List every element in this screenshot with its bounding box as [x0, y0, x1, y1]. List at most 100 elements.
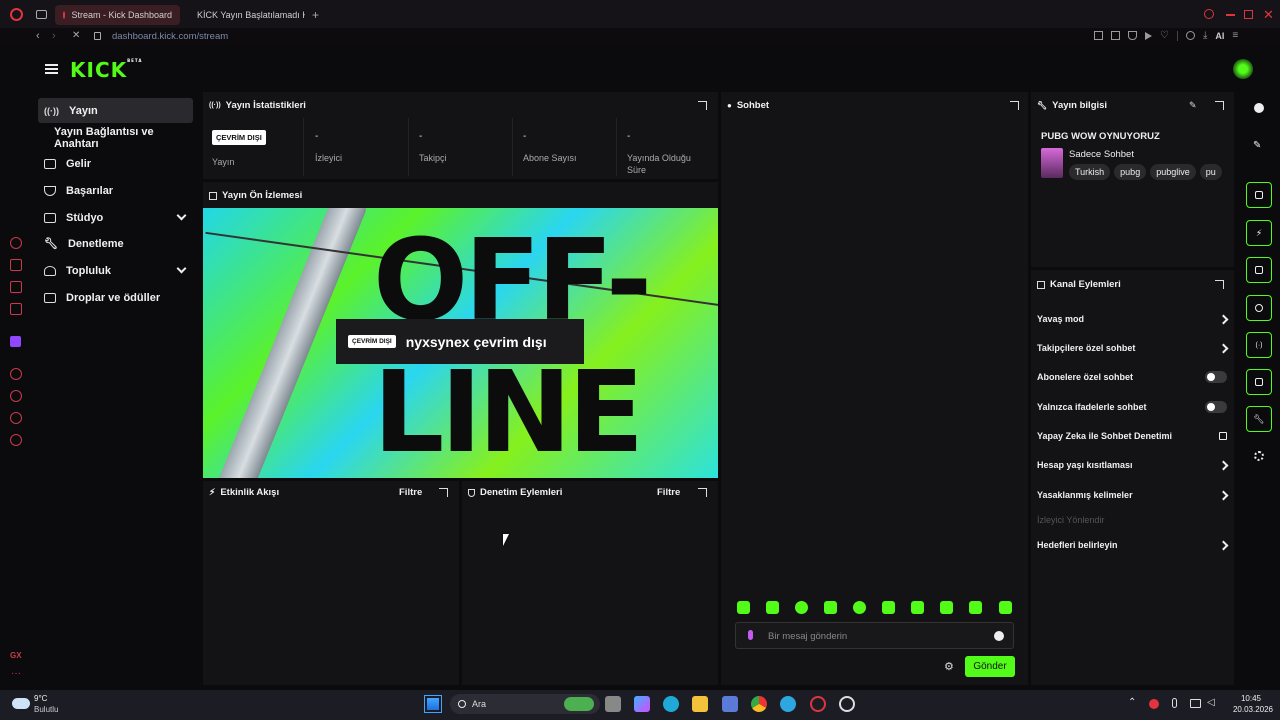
opera-gx-icon[interactable]	[810, 696, 826, 712]
snapshot-icon[interactable]	[1111, 31, 1120, 40]
popout-icon[interactable]	[1010, 101, 1019, 110]
pencil-icon[interactable]: ✎	[1253, 140, 1261, 151]
task-view-icon[interactable]	[605, 696, 621, 712]
emote-1-icon[interactable]	[737, 601, 750, 614]
emote-3-icon[interactable]	[795, 601, 808, 614]
emote-5-icon[interactable]	[853, 601, 866, 614]
tool-bolt-button[interactable]: ⚡︎	[1246, 220, 1272, 246]
workspace-icon[interactable]	[36, 10, 47, 19]
clock-date[interactable]: 20.03.2026	[1221, 705, 1273, 714]
sidebar-more-icon[interactable]: ···	[11, 668, 21, 679]
sidebar-history-icon[interactable]	[10, 390, 22, 402]
sidebar-game-icon[interactable]	[10, 281, 22, 293]
sidebar-item-gelir[interactable]: Gelir	[38, 151, 193, 176]
file-explorer-icon[interactable]	[692, 696, 708, 712]
emote-2-icon[interactable]	[766, 601, 779, 614]
emoji-picker-icon[interactable]	[994, 631, 1004, 641]
action-emotes-only[interactable]: Yalnızca ifadelerle sohbet	[1037, 400, 1227, 414]
chat-input-box[interactable]: Bir mesaj gönderin	[735, 622, 1014, 649]
action-ai-moderation[interactable]: Yapay Zeka ile Sohbet Denetimi	[1037, 429, 1227, 443]
tool-scan-button[interactable]	[1246, 182, 1272, 208]
popout-icon[interactable]	[698, 488, 707, 497]
emote-7-icon[interactable]	[911, 601, 924, 614]
action-followers-only[interactable]: Takipçilere özel sohbet	[1037, 341, 1229, 355]
sidebar-player-icon[interactable]	[10, 368, 22, 380]
action-set-goals[interactable]: Hedefleri belirleyin	[1037, 538, 1229, 552]
taskbar-search[interactable]: Ara	[450, 694, 600, 714]
tool-chat-button[interactable]	[1246, 295, 1272, 321]
action-subscribers-only[interactable]: Abonelere özel sohbet	[1037, 370, 1227, 384]
edit-icon[interactable]: ✎	[1189, 100, 1197, 111]
network-icon[interactable]	[1190, 699, 1201, 708]
maximize-button[interactable]	[1244, 10, 1253, 19]
filter-button[interactable]: Filtre	[399, 487, 422, 498]
tag-chip[interactable]: pubglive	[1150, 164, 1196, 180]
menu-icon[interactable]: ≡	[1232, 31, 1238, 41]
stop-loading-icon[interactable]: ✕	[72, 30, 80, 41]
chrome-icon[interactable]	[751, 696, 767, 712]
sidebar-twitch-icon[interactable]	[10, 336, 21, 347]
tool-notes-button[interactable]	[1246, 257, 1272, 283]
sidebar-item-topluluk[interactable]: Topluluk	[38, 258, 193, 283]
hamburger-menu-icon[interactable]	[45, 64, 58, 74]
profile-icon[interactable]	[1185, 31, 1195, 40]
microphone-tray-icon[interactable]	[1172, 698, 1177, 708]
forward-icon[interactable]: ›	[52, 30, 56, 42]
clock-time[interactable]: 10:45	[1221, 694, 1261, 703]
filter-button[interactable]: Filtre	[657, 487, 680, 498]
sidebar-item-yayin[interactable]: ((·)) Yayın	[38, 98, 193, 123]
emote-9-icon[interactable]	[969, 601, 982, 614]
popout-icon[interactable]	[698, 101, 707, 110]
tool-broadcast-button[interactable]: (·)	[1246, 332, 1272, 358]
sidebar-bag-icon[interactable]	[10, 259, 22, 271]
copilot-icon[interactable]	[634, 696, 650, 712]
tab-kick-error[interactable]: KİCK Yayın Başlatılamadı Hatas	[183, 5, 305, 25]
emote-6-icon[interactable]	[882, 601, 895, 614]
sidebar-item-denetleme[interactable]: 🔧︎ Denetleme	[38, 231, 193, 256]
action-slow-mode[interactable]: Yavaş mod	[1037, 312, 1229, 326]
sidebar-refresh-icon[interactable]	[10, 237, 22, 249]
info-icon[interactable]	[1254, 103, 1264, 113]
aria-ai-button[interactable]: AI	[1215, 31, 1224, 41]
shield-icon[interactable]	[1128, 31, 1137, 40]
popout-icon[interactable]	[1215, 101, 1224, 110]
action-banned-words[interactable]: Yasaklanmış kelimeler	[1037, 488, 1229, 502]
play-icon[interactable]	[1145, 32, 1152, 40]
store-icon[interactable]	[722, 696, 738, 712]
download-icon[interactable]: ⤓	[1203, 31, 1207, 41]
windows-start-icon[interactable]	[424, 695, 442, 713]
tag-chip[interactable]: Turkish	[1069, 164, 1111, 180]
tool-channel-button[interactable]	[1246, 369, 1272, 395]
sidebar-gx-label[interactable]: GX	[10, 651, 22, 660]
opera-logo-icon[interactable]	[10, 8, 23, 21]
sidebar-m-icon[interactable]	[10, 303, 22, 315]
emotes-only-toggle[interactable]	[1205, 401, 1227, 413]
tool-wrench-button[interactable]: 🔧︎	[1246, 406, 1272, 432]
action-account-age[interactable]: Hesap yaşı kısıtlaması	[1037, 458, 1229, 472]
emote-4-icon[interactable]	[824, 601, 837, 614]
send-button[interactable]: Gönder	[965, 656, 1015, 677]
app-icon[interactable]	[839, 696, 855, 712]
sidebar-item-stream-key[interactable]: Yayın Bağlantısı ve Anahtarı	[48, 125, 200, 150]
popout-icon[interactable]	[1215, 280, 1224, 289]
tab-kick-dashboard[interactable]: Stream - Kick Dashboard	[55, 5, 180, 25]
edge-icon[interactable]	[663, 696, 679, 712]
pin-icon[interactable]	[1094, 31, 1103, 40]
tag-chip[interactable]: pubg	[1114, 164, 1147, 180]
sidebar-item-basarilar[interactable]: Başarılar	[38, 178, 193, 203]
microphone-icon[interactable]	[748, 630, 753, 640]
sidebar-settings-icon[interactable]	[10, 434, 22, 446]
sidebar-extensions-icon[interactable]	[10, 412, 22, 424]
search-tabs-icon[interactable]	[1204, 9, 1214, 19]
telegram-icon[interactable]	[780, 696, 796, 712]
new-tab-button[interactable]: +	[312, 8, 319, 22]
heart-icon[interactable]: ♡	[1160, 31, 1169, 41]
emote-10-icon[interactable]	[999, 601, 1012, 614]
tray-chevron-icon[interactable]: ⌃	[1128, 697, 1136, 708]
weather-icon[interactable]	[12, 698, 30, 709]
volume-icon[interactable]: ◁	[1207, 697, 1215, 708]
tag-chip[interactable]: pu	[1199, 164, 1222, 180]
sidebar-item-studyo[interactable]: Stüdyo	[38, 205, 193, 230]
close-window-button[interactable]: ✕	[1263, 7, 1274, 23]
user-avatar[interactable]	[1233, 59, 1253, 79]
